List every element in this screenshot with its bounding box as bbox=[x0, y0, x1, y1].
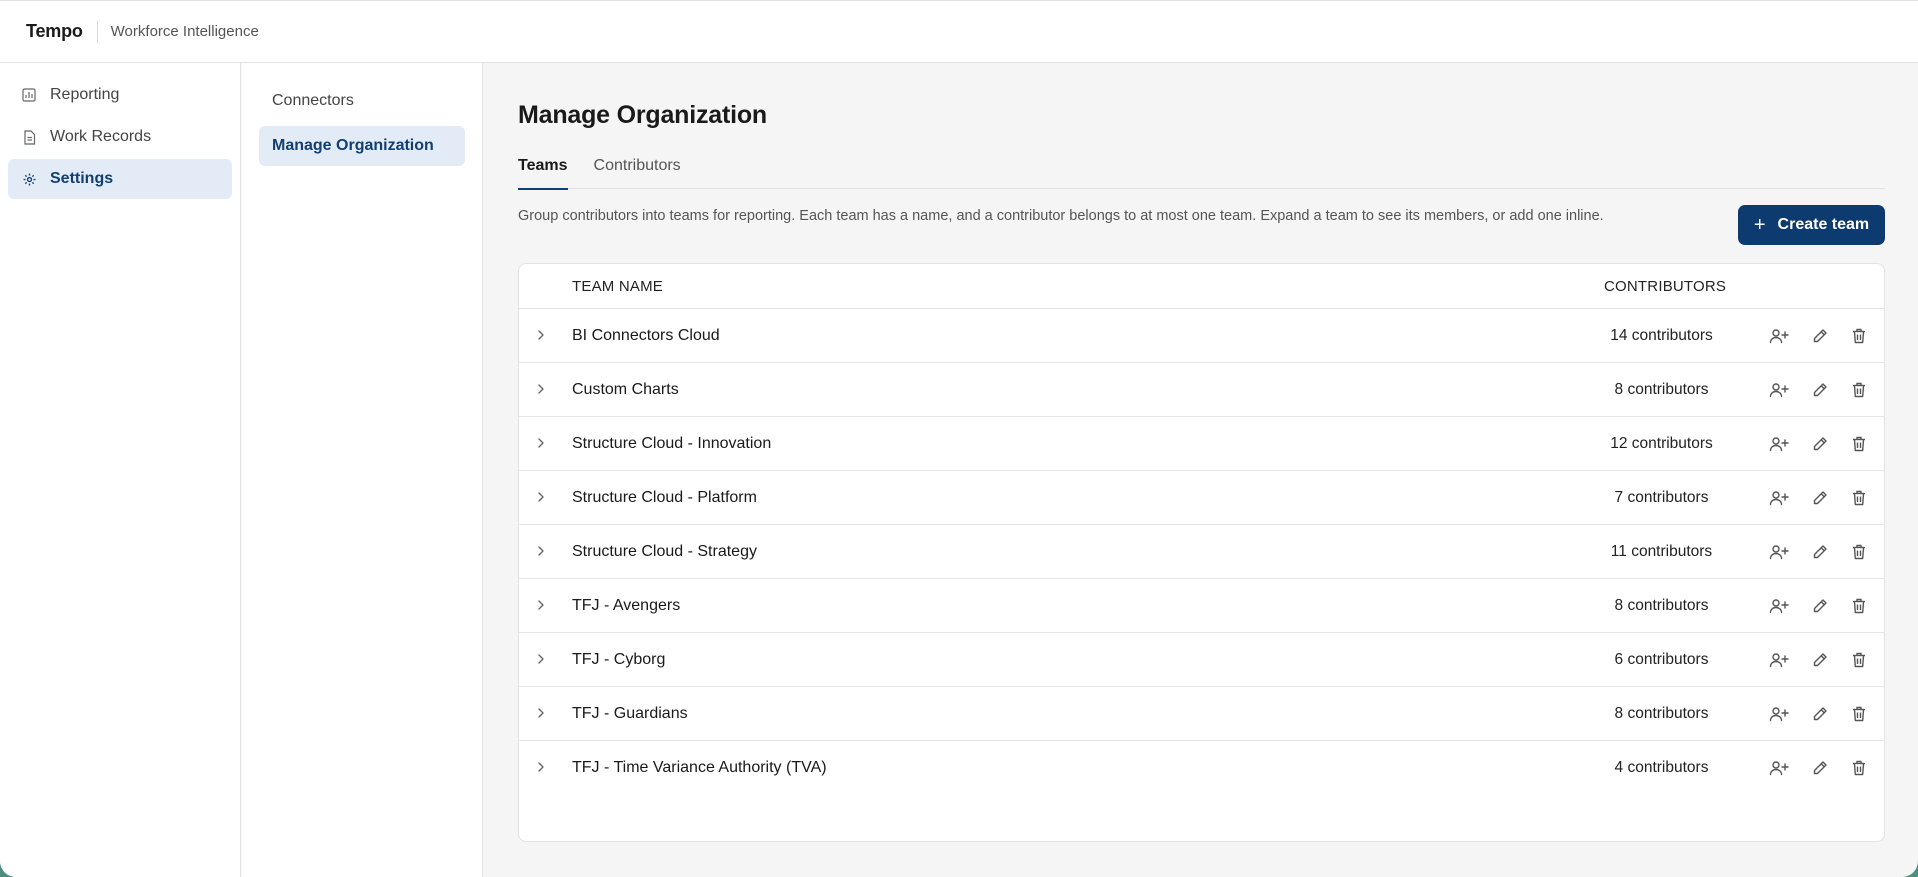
brand-divider bbox=[96, 20, 98, 43]
add-member-icon[interactable] bbox=[1768, 703, 1790, 725]
sidebar-item-label: Work Records bbox=[50, 128, 152, 145]
team-name: Custom Charts bbox=[572, 381, 679, 398]
add-member-icon[interactable] bbox=[1768, 541, 1790, 563]
team-name: BI Connectors Cloud bbox=[572, 327, 720, 344]
team-contributor-count: 11 contributors bbox=[1610, 543, 1713, 560]
edit-icon[interactable] bbox=[1809, 541, 1831, 563]
edit-icon[interactable] bbox=[1809, 433, 1831, 455]
page-title: Manage Organization bbox=[518, 101, 768, 129]
edit-icon[interactable] bbox=[1809, 487, 1831, 509]
add-member-icon[interactable] bbox=[1768, 433, 1790, 455]
create-team-button[interactable]: + Create team bbox=[1738, 205, 1885, 245]
edit-icon[interactable] bbox=[1809, 595, 1831, 617]
teams-description: Group contributors into teams for report… bbox=[518, 208, 1604, 224]
add-member-icon[interactable] bbox=[1768, 649, 1790, 671]
column-header-contributors[interactable]: CONTRIBUTORS bbox=[1604, 278, 1726, 295]
edit-icon[interactable] bbox=[1809, 703, 1831, 725]
table-row[interactable]: Custom Charts 8 contributors bbox=[519, 363, 1884, 417]
delete-icon[interactable] bbox=[1848, 487, 1870, 509]
sidebar-item-reporting[interactable]: Reporting bbox=[8, 75, 232, 115]
edit-icon[interactable] bbox=[1809, 649, 1831, 671]
subnav-item-connectors[interactable]: Connectors bbox=[259, 81, 465, 121]
table-row[interactable]: Structure Cloud - Platform 7 contributor… bbox=[519, 471, 1884, 525]
chevron-right-icon[interactable] bbox=[534, 598, 548, 612]
team-contributor-count: 14 contributors bbox=[1610, 327, 1713, 344]
document-icon bbox=[21, 129, 37, 145]
delete-icon[interactable] bbox=[1848, 757, 1870, 779]
team-name: Structure Cloud - Innovation bbox=[572, 435, 772, 452]
delete-icon[interactable] bbox=[1848, 703, 1870, 725]
table-body: BI Connectors Cloud 14 contributors Cust… bbox=[519, 309, 1884, 795]
table-row[interactable]: TFJ - Guardians 8 contributors bbox=[519, 687, 1884, 741]
team-name: TFJ - Time Variance Authority (TVA) bbox=[572, 759, 827, 776]
delete-icon[interactable] bbox=[1848, 595, 1870, 617]
team-name: TFJ - Cyborg bbox=[572, 651, 666, 668]
team-name: TFJ - Guardians bbox=[572, 705, 688, 722]
add-member-icon[interactable] bbox=[1768, 325, 1790, 347]
table-row[interactable]: TFJ - Cyborg 6 contributors bbox=[519, 633, 1884, 687]
table-row[interactable]: TFJ - Avengers 8 contributors bbox=[519, 579, 1884, 633]
edit-icon[interactable] bbox=[1809, 325, 1831, 347]
tab-bar: Teams Contributors bbox=[518, 143, 1885, 190]
chevron-right-icon[interactable] bbox=[534, 760, 548, 774]
team-contributor-count: 4 contributors bbox=[1614, 759, 1709, 776]
table-header: TEAM NAME CONTRIBUTORS bbox=[519, 264, 1884, 309]
team-contributor-count: 12 contributors bbox=[1610, 435, 1713, 452]
create-team-label: Create team bbox=[1777, 216, 1870, 233]
edit-icon[interactable] bbox=[1809, 379, 1831, 401]
team-name: Structure Cloud - Platform bbox=[572, 489, 757, 506]
add-member-icon[interactable] bbox=[1768, 487, 1790, 509]
app-subtitle: Workforce Intelligence bbox=[110, 23, 259, 40]
column-header-team-name[interactable]: TEAM NAME bbox=[572, 278, 663, 295]
team-contributor-count: 8 contributors bbox=[1614, 381, 1709, 398]
chevron-right-icon[interactable] bbox=[534, 544, 548, 558]
gear-icon bbox=[21, 171, 37, 187]
sidebar: Reporting Work Records Settings bbox=[0, 63, 241, 877]
add-member-icon[interactable] bbox=[1768, 379, 1790, 401]
chevron-right-icon[interactable] bbox=[534, 490, 548, 504]
chevron-right-icon[interactable] bbox=[534, 706, 548, 720]
table-row[interactable]: Structure Cloud - Strategy 11 contributo… bbox=[519, 525, 1884, 579]
settings-subnav: Connectors Manage Organization bbox=[242, 63, 483, 877]
delete-icon[interactable] bbox=[1848, 325, 1870, 347]
top-bar: Tempo Workforce Intelligence bbox=[0, 0, 1918, 63]
plus-icon: + bbox=[1753, 214, 1766, 236]
teams-table: TEAM NAME CONTRIBUTORS BI Connectors Clo… bbox=[518, 263, 1885, 842]
sidebar-item-settings[interactable]: Settings bbox=[8, 159, 232, 199]
chevron-right-icon[interactable] bbox=[534, 328, 548, 342]
delete-icon[interactable] bbox=[1848, 541, 1870, 563]
app-logo[interactable]: Tempo bbox=[26, 21, 83, 42]
table-row[interactable]: BI Connectors Cloud 14 contributors bbox=[519, 309, 1884, 363]
team-contributor-count: 8 contributors bbox=[1614, 705, 1709, 722]
team-name: Structure Cloud - Strategy bbox=[572, 543, 757, 560]
table-row[interactable]: Structure Cloud - Innovation 12 contribu… bbox=[519, 417, 1884, 471]
main-content: Manage Organization Teams Contributors G… bbox=[518, 63, 1885, 877]
chevron-right-icon[interactable] bbox=[534, 652, 548, 666]
team-contributor-count: 8 contributors bbox=[1614, 597, 1709, 614]
delete-icon[interactable] bbox=[1848, 379, 1870, 401]
app-window: Tempo Workforce Intelligence Reporting W… bbox=[0, 0, 1918, 877]
chevron-right-icon[interactable] bbox=[534, 436, 548, 450]
add-member-icon[interactable] bbox=[1768, 757, 1790, 779]
delete-icon[interactable] bbox=[1848, 649, 1870, 671]
tab-teams[interactable]: Teams bbox=[518, 143, 568, 190]
chart-icon bbox=[21, 87, 37, 103]
sidebar-item-label: Settings bbox=[50, 170, 114, 187]
subnav-item-manage-organization[interactable]: Manage Organization bbox=[259, 126, 465, 166]
team-name: TFJ - Avengers bbox=[572, 597, 681, 614]
delete-icon[interactable] bbox=[1848, 433, 1870, 455]
sidebar-item-work-records[interactable]: Work Records bbox=[8, 117, 232, 157]
team-contributor-count: 7 contributors bbox=[1614, 489, 1709, 506]
sidebar-item-label: Reporting bbox=[50, 86, 120, 103]
add-member-icon[interactable] bbox=[1768, 595, 1790, 617]
tab-contributors[interactable]: Contributors bbox=[594, 143, 681, 189]
chevron-right-icon[interactable] bbox=[534, 382, 548, 396]
team-contributor-count: 6 contributors bbox=[1614, 651, 1709, 668]
table-row[interactable]: TFJ - Time Variance Authority (TVA) 4 co… bbox=[519, 741, 1884, 795]
edit-icon[interactable] bbox=[1809, 757, 1831, 779]
